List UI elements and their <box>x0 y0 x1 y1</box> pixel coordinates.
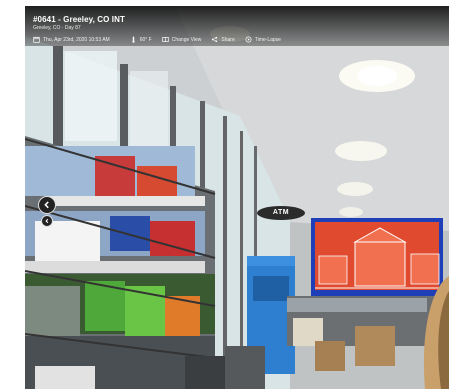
calendar-icon <box>33 36 40 43</box>
camera-toolbar: Thu, Apr 23rd, 2020 10:53 AM 60° F Chang… <box>33 35 291 44</box>
previous-frame-button[interactable] <box>38 196 56 214</box>
change-view-icon <box>162 37 169 42</box>
change-view-label: Change View <box>171 36 202 43</box>
share-button[interactable]: Share <box>211 36 235 43</box>
previous-day-button[interactable] <box>41 215 53 227</box>
temperature-label: 60° F <box>139 36 152 43</box>
camera-subtitle: Greeley, CO · Day 87 <box>33 25 81 31</box>
share-icon <box>212 36 218 43</box>
atm-sign: ATM <box>272 209 290 216</box>
chevron-left-icon <box>44 201 49 209</box>
camera-title: #0641 - Greeley, CO INT <box>33 15 125 24</box>
temperature-readout: 60° F <box>130 36 152 43</box>
time-lapse-button[interactable]: Time-Lapse <box>245 36 281 43</box>
date-picker-button[interactable]: Thu, Apr 23rd, 2020 10:53 AM <box>33 36 110 43</box>
camera-frame: ATM #0641 - Greeley, CO INT Greeley, CO … <box>25 6 449 389</box>
datetime-label: Thu, Apr 23rd, 2020 10:53 AM <box>43 36 110 43</box>
time-lapse-label: Time-Lapse <box>254 36 281 43</box>
chevron-left-icon <box>45 218 49 224</box>
thermometer-icon <box>132 36 135 43</box>
camera-image <box>25 6 449 389</box>
time-lapse-icon <box>245 36 252 43</box>
change-view-button[interactable]: Change View <box>162 36 202 43</box>
share-label: Share <box>221 36 235 43</box>
camera-header: #0641 - Greeley, CO INT Greeley, CO · Da… <box>25 6 449 46</box>
